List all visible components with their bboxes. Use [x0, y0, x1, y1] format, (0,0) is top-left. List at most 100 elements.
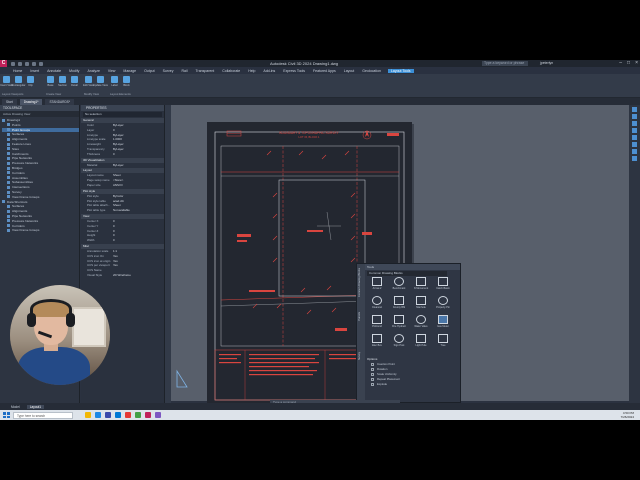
tab-insert[interactable]: Insert: [29, 69, 40, 73]
showmotion-icon[interactable]: [632, 135, 637, 140]
checkbox-icon[interactable]: [371, 378, 374, 381]
edit-view-button[interactable]: Edit View: [83, 76, 94, 87]
base-button[interactable]: Base: [46, 76, 55, 87]
tab-output[interactable]: Output: [143, 69, 156, 73]
palette-side-tab-common-drawing-blocks[interactable]: Common Drawing Blocks: [358, 268, 361, 297]
tab-rail[interactable]: Rail: [181, 69, 189, 73]
orbit-icon[interactable]: [632, 121, 637, 126]
tab-layout[interactable]: Layout: [343, 69, 356, 73]
grid-icon[interactable]: [632, 156, 637, 161]
block-tree[interactable]: Tree: [433, 334, 453, 350]
taskbar-search-input[interactable]: Type here to search: [13, 411, 73, 419]
tab-view[interactable]: View: [107, 69, 117, 73]
tab-manage[interactable]: Manage: [122, 69, 137, 73]
close-icon[interactable]: ×: [635, 60, 638, 66]
block-light-pole[interactable]: Light Pole: [411, 334, 431, 350]
open-icon[interactable]: [18, 61, 22, 66]
layer-icon[interactable]: [632, 142, 637, 147]
teams-icon[interactable]: [105, 412, 111, 418]
tab-geolocation[interactable]: Geolocation: [361, 69, 382, 73]
tool-palette-category[interactable]: Common Drawing Blocks: [367, 271, 447, 276]
block-water-valve[interactable]: Water Valve: [411, 315, 431, 331]
minimize-icon[interactable]: –: [619, 60, 622, 66]
app-icon[interactable]: C: [0, 60, 7, 67]
steering-wheel-icon[interactable]: [632, 128, 637, 133]
block-arrow-2[interactable]: Arrow-2: [367, 277, 387, 293]
tab-featured-apps[interactable]: Featured Apps: [312, 69, 337, 73]
tab-transparent[interactable]: Transparent: [195, 69, 216, 73]
block-button[interactable]: Block: [122, 76, 131, 87]
block-label: Light Pole: [415, 344, 427, 347]
property-value: ByLayer: [113, 162, 124, 167]
option-explode[interactable]: Explode: [367, 382, 457, 387]
block-fire-hydrant[interactable]: Fire Hydrant: [389, 315, 409, 331]
label-button[interactable]: Label: [110, 76, 119, 87]
save-icon[interactable]: [25, 61, 29, 66]
update-view-button[interactable]: Update View: [93, 76, 108, 87]
maximize-icon[interactable]: □: [627, 60, 630, 66]
help-search-input[interactable]: Type a keyword or phrase: [482, 61, 528, 66]
edge-icon[interactable]: [95, 412, 101, 418]
tab-home[interactable]: Home: [12, 69, 23, 73]
pan-icon[interactable]: [632, 107, 637, 112]
checkbox-icon[interactable]: [371, 363, 374, 366]
outlook-icon[interactable]: [115, 412, 121, 418]
block-manhole[interactable]: Manhole: [411, 296, 431, 312]
user-name[interactable]: jpeterlyn: [540, 61, 553, 65]
tab-survey[interactable]: Survey: [162, 69, 175, 73]
excel-icon[interactable]: [135, 412, 141, 418]
civil3d-taskbar-icon[interactable]: [145, 412, 151, 418]
property-row[interactable]: Width 0: [81, 238, 164, 243]
undo-icon[interactable]: [32, 61, 36, 66]
block-elec-box[interactable]: Elec Box: [367, 334, 387, 350]
tab-analyze[interactable]: Analyze: [86, 69, 100, 73]
palette-side-tab-parcels[interactable]: Parcels: [358, 312, 361, 321]
section-button[interactable]: Section: [58, 76, 67, 87]
doc-tab-drawing1[interactable]: Drawing1*: [19, 98, 43, 105]
property-row[interactable]: Paper size ANSI D: [81, 183, 164, 188]
file-explorer-icon[interactable]: [85, 412, 91, 418]
block-benchmark[interactable]: Benchmark: [389, 277, 409, 293]
checkbox-icon[interactable]: [371, 373, 374, 376]
layout-tab-layout1[interactable]: Layout1: [26, 404, 45, 409]
onenote-icon[interactable]: [155, 412, 161, 418]
clip-button[interactable]: Clip: [26, 76, 35, 87]
block-gas-meter[interactable]: Gas Meter: [433, 315, 453, 331]
tab-collaborate[interactable]: Collaborate: [221, 69, 241, 73]
tab-layout-tools[interactable]: Layout Tools: [387, 68, 414, 73]
tab-help[interactable]: Help: [247, 69, 256, 73]
new-icon[interactable]: [11, 61, 15, 66]
block-county-bm[interactable]: County BM: [389, 296, 409, 312]
property-row[interactable]: Thickness 0: [81, 152, 164, 157]
tab-express-tools[interactable]: Express Tools: [282, 69, 306, 73]
redo-icon[interactable]: [39, 61, 43, 66]
windows-start-icon[interactable]: [2, 411, 10, 419]
block-n-monument[interactable]: N Monument: [411, 277, 431, 293]
insert-view-button[interactable]: Insert View: [0, 76, 13, 87]
block-cleanout[interactable]: Cleanout: [367, 296, 387, 312]
chrome-icon[interactable]: [125, 412, 131, 418]
block-sign-post[interactable]: Sign Post: [389, 334, 409, 350]
tab-annotate[interactable]: Annotate: [46, 69, 62, 73]
detail-button[interactable]: Detail: [70, 76, 79, 87]
doc-tab-start[interactable]: Start: [2, 98, 17, 105]
block-pinfound[interactable]: Pinfound: [367, 315, 387, 331]
tab-add-ins[interactable]: Add-ins: [262, 69, 276, 73]
doc-tab-standards[interactable]: STANDARDS*: [45, 98, 75, 105]
checkbox-icon[interactable]: [371, 383, 374, 386]
tree-item[interactable]: View Frame Groups: [2, 228, 79, 233]
property-row[interactable]: Material ByLayer: [81, 163, 164, 168]
selection-dropdown[interactable]: No selection: [83, 112, 162, 117]
block-property-pin[interactable]: Property Pin: [433, 296, 453, 312]
snap-icon[interactable]: [632, 149, 637, 154]
palette-side-tab-survey[interactable]: Survey: [358, 352, 361, 360]
property-row[interactable]: Plot table type Not available: [81, 208, 164, 213]
taskbar-clock[interactable]: 4:50 PM 7/26/2024: [621, 411, 634, 419]
property-row[interactable]: Visual Style 2D Wireframe: [81, 273, 164, 278]
layout-tab-model[interactable]: Model: [8, 405, 23, 409]
tab-modify[interactable]: Modify: [68, 69, 80, 73]
zoom-icon[interactable]: [632, 114, 637, 119]
checkbox-icon[interactable]: [371, 368, 374, 371]
block-catch-basin[interactable]: Catch Basin: [433, 277, 453, 293]
rectangular-button[interactable]: Rectangular: [12, 76, 26, 87]
